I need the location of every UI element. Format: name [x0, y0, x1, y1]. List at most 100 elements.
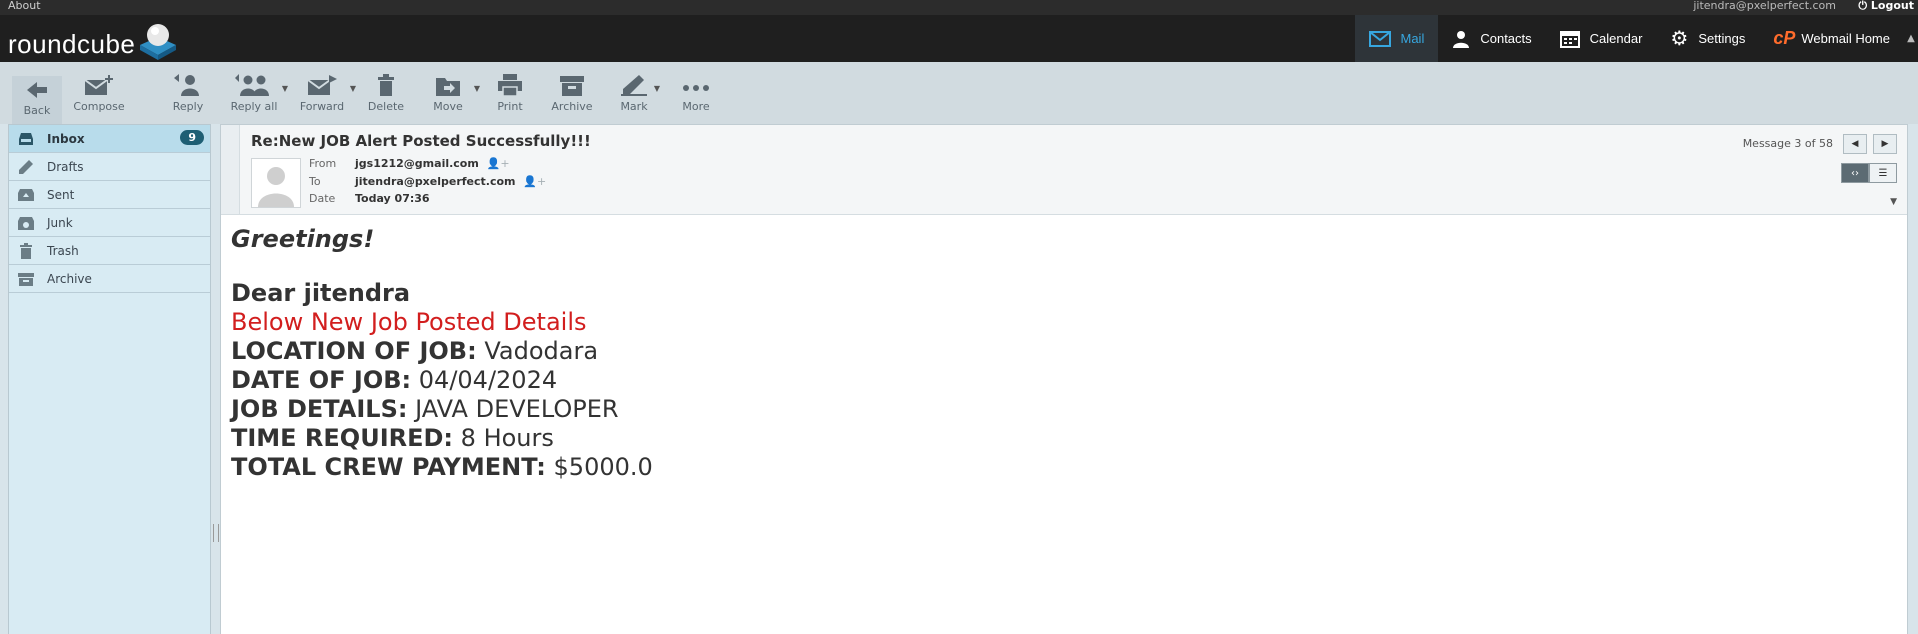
reply-button[interactable]: Reply	[158, 74, 218, 113]
text-lines-icon: ☰	[1879, 168, 1888, 179]
header-expand-icon[interactable]: ▼	[1890, 197, 1897, 207]
folder-sent[interactable]: Sent	[9, 181, 210, 209]
archive-icon	[559, 74, 585, 96]
nav-calendar[interactable]: Calendar	[1546, 15, 1657, 62]
folder-archive[interactable]: Archive	[9, 265, 210, 293]
power-icon: ⏻	[1858, 0, 1867, 12]
message-counter: Message 3 of 58	[1743, 137, 1833, 150]
greeting: Greetings!	[231, 225, 653, 253]
archive-label: Archive	[551, 100, 592, 113]
trash-icon	[17, 243, 35, 259]
mark-button[interactable]: Mark ▼	[604, 74, 664, 113]
folder-archive-label: Archive	[47, 272, 92, 286]
main-nav: Mail Contacts Calendar ⚙ Settings cP Web…	[1355, 15, 1918, 62]
add-contact-icon[interactable]: 👤+	[487, 157, 510, 170]
printer-icon	[497, 74, 523, 96]
more-dots-icon	[681, 74, 711, 96]
reply-label: Reply	[173, 100, 203, 113]
app-header: roundcube Mail Contacts Calendar ⚙ Setti…	[0, 15, 1918, 62]
more-button[interactable]: More	[666, 74, 726, 113]
collapse-caret-icon[interactable]: ▲	[1904, 15, 1918, 62]
nav-contacts[interactable]: Contacts	[1438, 15, 1545, 62]
unread-count-badge: 9	[180, 130, 204, 145]
back-label: Back	[24, 104, 51, 117]
job-details-value: JAVA DEVELOPER	[415, 395, 618, 423]
sent-icon	[17, 188, 35, 202]
reply-icon	[173, 74, 203, 96]
nav-webmail-home[interactable]: cP Webmail Home	[1759, 15, 1904, 62]
time-value: 8 Hours	[461, 424, 554, 452]
location-value: Vadodara	[484, 337, 598, 365]
folder-list: Inbox 9 Drafts Sent Junk Trash Archive	[8, 124, 211, 634]
payment-line: TOTAL CREW PAYMENT: $5000.0	[231, 453, 653, 482]
compose-button[interactable]: Compose	[69, 74, 129, 113]
message-date: Today 07:36	[355, 192, 430, 205]
nav-settings-label: Settings	[1698, 31, 1745, 46]
mark-label: Mark	[620, 100, 647, 113]
next-message-button[interactable]: ▶	[1873, 134, 1897, 154]
avatar-placeholder-icon	[252, 159, 300, 207]
user-email: jitendra@pxelperfect.com	[1693, 0, 1836, 12]
to-address[interactable]: jitendra@pxelperfect.com 👤+	[355, 175, 546, 188]
move-button[interactable]: Move ▼	[418, 74, 478, 113]
folder-drafts[interactable]: Drafts	[9, 153, 210, 181]
cpanel-icon: cP	[1773, 28, 1795, 49]
delete-label: Delete	[368, 100, 404, 113]
message-pane: Re:New JOB Alert Posted Successfully!!! …	[220, 124, 1908, 634]
message-body: Greetings! Dear jitendra Below New Job P…	[231, 225, 653, 482]
nav-calendar-label: Calendar	[1590, 31, 1643, 46]
nav-mail[interactable]: Mail	[1355, 15, 1439, 62]
mark-dropdown-icon[interactable]: ▼	[654, 84, 660, 93]
delete-button[interactable]: Delete	[356, 74, 416, 113]
nav-settings[interactable]: ⚙ Settings	[1656, 15, 1759, 62]
to-address-text: jitendra@pxelperfect.com	[355, 175, 516, 188]
folder-junk-label: Junk	[47, 216, 73, 230]
forward-button[interactable]: Forward ▼	[292, 74, 352, 113]
location-label: LOCATION OF JOB:	[231, 337, 477, 365]
reply-all-button[interactable]: Reply all ▼	[224, 74, 284, 113]
nav-contacts-label: Contacts	[1480, 31, 1531, 46]
nav-mail-label: Mail	[1401, 31, 1425, 46]
mark-pen-icon	[619, 74, 649, 96]
move-folder-icon	[435, 74, 461, 96]
archive-button[interactable]: Archive	[542, 74, 602, 113]
more-label: More	[682, 100, 709, 113]
pencil-icon	[17, 159, 35, 175]
add-contact-icon[interactable]: 👤+	[523, 175, 546, 188]
job-details-label: JOB DETAILS:	[231, 395, 407, 423]
to-label: To	[309, 175, 321, 188]
pane-splitter[interactable]	[212, 124, 218, 633]
previous-message-button[interactable]: ◀	[1843, 134, 1867, 154]
logout-button[interactable]: ⏻ Logout	[1858, 0, 1914, 12]
folder-inbox-label: Inbox	[47, 132, 85, 146]
folder-trash[interactable]: Trash	[9, 237, 210, 265]
html-view-toggle[interactable]: ‹›	[1841, 163, 1869, 183]
reply-all-dropdown-icon[interactable]: ▼	[282, 84, 288, 93]
arrow-right-icon: ▶	[1882, 139, 1889, 149]
print-label: Print	[497, 100, 522, 113]
salutation: Dear jitendra	[231, 279, 653, 308]
compose-icon	[82, 74, 116, 96]
move-label: Move	[433, 100, 463, 113]
splitter-grip-icon[interactable]	[213, 524, 219, 542]
top-strip: About jitendra@pxelperfect.com ⏻ Logout	[0, 0, 1918, 15]
date-line: DATE OF JOB: 04/04/2024	[231, 366, 653, 395]
message-header: Re:New JOB Alert Posted Successfully!!! …	[221, 125, 1907, 215]
back-arrow-icon	[25, 80, 49, 100]
about-link[interactable]: About	[8, 0, 41, 12]
folder-inbox[interactable]: Inbox 9	[9, 125, 210, 153]
from-address[interactable]: jgs1212@gmail.com 👤+	[355, 157, 510, 170]
payment-value: $5000.0	[554, 453, 653, 481]
plain-text-toggle[interactable]: ☰	[1869, 163, 1897, 183]
header-stripe	[221, 125, 240, 214]
junk-icon	[17, 215, 35, 231]
person-icon	[1452, 30, 1470, 48]
job-date-value: 04/04/2024	[419, 366, 557, 394]
location-line: LOCATION OF JOB: Vadodara	[231, 337, 653, 366]
from-address-text: jgs1212@gmail.com	[355, 157, 479, 170]
folder-junk[interactable]: Junk	[9, 209, 210, 237]
payment-label: TOTAL CREW PAYMENT:	[231, 453, 546, 481]
back-button[interactable]: Back	[12, 76, 62, 124]
print-button[interactable]: Print	[480, 74, 540, 113]
details-heading: Below New Job Posted Details	[231, 308, 653, 337]
